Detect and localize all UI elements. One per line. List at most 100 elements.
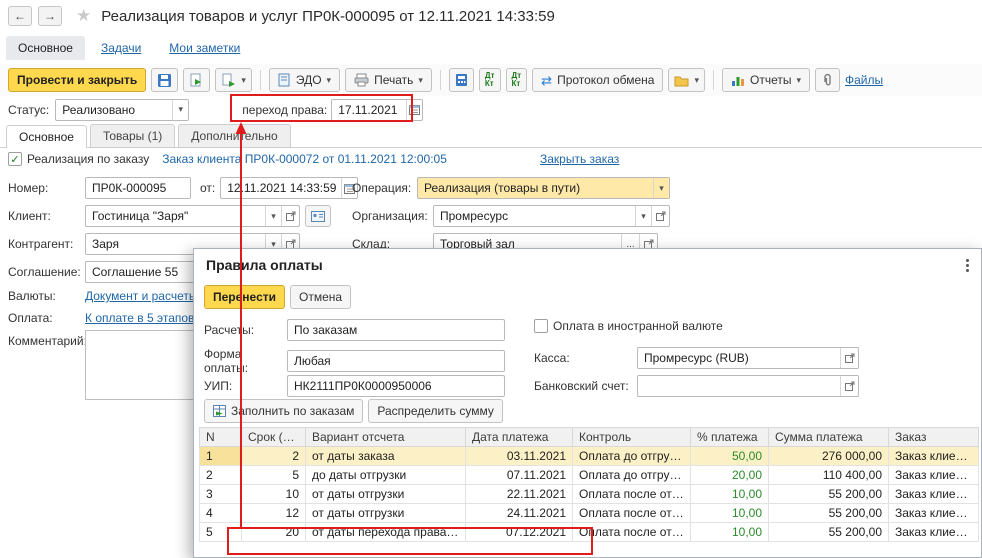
col-header-payment-date[interactable]: Дата платежа xyxy=(466,428,573,447)
close-order-link[interactable]: Закрыть заказ xyxy=(540,152,619,166)
cell-n[interactable]: 1 xyxy=(200,447,242,466)
dt-kt-postings-button[interactable]: ДтКт xyxy=(479,68,501,92)
post-document-button[interactable] xyxy=(183,68,210,92)
transfer-button[interactable]: Перенести xyxy=(204,285,285,309)
folder-menu-button[interactable]: ▾ xyxy=(668,68,705,92)
cell-payment-date[interactable]: 07.12.2021 xyxy=(466,523,573,542)
cell-n[interactable]: 2 xyxy=(200,466,242,485)
reports-button[interactable]: Отчеты ▾ xyxy=(722,68,810,92)
col-header-days[interactable]: Срок (дн) xyxy=(242,428,306,447)
cell-n[interactable]: 5 xyxy=(200,523,242,542)
cell-control[interactable]: Оплата до отгрузки xyxy=(573,466,691,485)
menu-dots-icon[interactable] xyxy=(964,257,971,274)
cell-percent[interactable]: 10,00 xyxy=(691,523,769,542)
print-button[interactable]: Печать ▾ xyxy=(345,68,432,92)
cell-order[interactable]: Заказ клиен... xyxy=(889,504,979,523)
bank-account-field[interactable] xyxy=(637,375,859,397)
cell-days[interactable]: 2 xyxy=(242,447,306,466)
table-row[interactable]: 3 10 от даты отгрузки 22.11.2021 Оплата … xyxy=(200,485,979,504)
cell-order[interactable]: Заказ клиен... xyxy=(889,447,979,466)
comment-textarea[interactable] xyxy=(85,330,197,400)
chevron-down-icon[interactable]: ▾ xyxy=(635,206,651,226)
cell-sum[interactable]: 55 200,00 xyxy=(769,504,889,523)
post-and-close-button[interactable]: Провести и закрыть xyxy=(8,68,146,92)
settlements-field[interactable]: По заказам xyxy=(287,319,505,341)
sale-by-order-checkbox[interactable]: ✓ xyxy=(8,152,22,166)
cell-variant[interactable]: от даты заказа xyxy=(306,447,466,466)
distribute-sum-button[interactable]: Распределить сумму xyxy=(368,399,502,423)
open-item-icon[interactable] xyxy=(651,206,669,226)
forward-button[interactable]: → xyxy=(38,6,62,26)
cell-order[interactable]: Заказ клиен... xyxy=(889,485,979,504)
calculator-button[interactable] xyxy=(449,68,474,92)
date-field[interactable]: 12.11.2021 14:33:59 xyxy=(220,177,358,199)
cell-sum[interactable]: 110 400,00 xyxy=(769,466,889,485)
cell-payment-date[interactable]: 24.11.2021 xyxy=(466,504,573,523)
table-row[interactable]: 2 5 до даты отгрузки 07.11.2021 Оплата д… xyxy=(200,466,979,485)
cell-n[interactable]: 3 xyxy=(200,485,242,504)
cell-variant[interactable]: до даты отгрузки xyxy=(306,466,466,485)
create-based-on-button[interactable]: ▾ xyxy=(215,68,252,92)
foreign-currency-checkbox[interactable] xyxy=(534,319,548,333)
col-header-percent[interactable]: % платежа xyxy=(691,428,769,447)
table-row[interactable]: 4 12 от даты отгрузки 24.11.2021 Оплата … xyxy=(200,504,979,523)
organization-field[interactable]: Промресурс ▾ xyxy=(433,205,670,227)
cancel-button[interactable]: Отмена xyxy=(290,285,351,309)
col-header-sum[interactable]: Сумма платежа xyxy=(769,428,889,447)
back-button[interactable]: ← xyxy=(8,6,32,26)
cell-days[interactable]: 12 xyxy=(242,504,306,523)
tab-main[interactable]: Основное xyxy=(6,36,85,60)
cell-percent[interactable]: 50,00 xyxy=(691,447,769,466)
operation-select[interactable]: Реализация (товары в пути) ▾ xyxy=(417,177,670,199)
cell-payment-date[interactable]: 07.11.2021 xyxy=(466,466,573,485)
edo-button[interactable]: ЭДО ▾ xyxy=(269,68,340,92)
doc-tab-goods[interactable]: Товары (1) xyxy=(90,124,175,147)
cell-variant[interactable]: от даты перехода права соб... xyxy=(306,523,466,542)
cell-sum[interactable]: 55 200,00 xyxy=(769,523,889,542)
col-header-variant[interactable]: Вариант отсчета xyxy=(306,428,466,447)
customer-order-link[interactable]: Заказ клиента ПР0К-000072 от 01.11.2021 … xyxy=(162,152,447,166)
cell-control[interactable]: Оплата после отгрузки xyxy=(573,504,691,523)
doc-tab-main[interactable]: Основное xyxy=(6,125,87,148)
open-item-icon[interactable] xyxy=(281,206,299,226)
exchange-protocol-button[interactable]: ⇄ Протокол обмена xyxy=(532,68,663,92)
cell-percent[interactable]: 10,00 xyxy=(691,504,769,523)
calendar-icon[interactable] xyxy=(406,100,422,120)
cell-variant[interactable]: от даты отгрузки xyxy=(306,504,466,523)
cell-sum[interactable]: 276 000,00 xyxy=(769,447,889,466)
tab-tasks[interactable]: Задачи xyxy=(89,36,153,60)
col-header-n[interactable]: N xyxy=(200,428,242,447)
cell-sum[interactable]: 55 200,00 xyxy=(769,485,889,504)
attachments-button[interactable] xyxy=(815,68,840,92)
chevron-down-icon[interactable]: ▾ xyxy=(265,206,281,226)
cell-n[interactable]: 4 xyxy=(200,504,242,523)
cell-days[interactable]: 5 xyxy=(242,466,306,485)
save-button[interactable] xyxy=(151,68,178,92)
chevron-down-icon[interactable]: ▾ xyxy=(172,100,188,120)
open-item-icon[interactable] xyxy=(840,348,858,368)
doc-tab-additional[interactable]: Дополнительно xyxy=(178,124,290,147)
cell-variant[interactable]: от даты отгрузки xyxy=(306,485,466,504)
cell-days[interactable]: 20 xyxy=(242,523,306,542)
cell-control[interactable]: Оплата до отгрузки xyxy=(573,447,691,466)
client-card-button[interactable] xyxy=(305,205,331,227)
table-row[interactable]: 5 20 от даты перехода права соб... 07.12… xyxy=(200,523,979,542)
status-select[interactable]: Реализовано ▾ xyxy=(55,99,189,121)
favorite-star-icon[interactable]: ★ xyxy=(76,6,91,26)
payment-stages-link[interactable]: К оплате в 5 этапов xyxy=(85,311,194,325)
table-row[interactable]: 1 2 от даты заказа 03.11.2021 Оплата до … xyxy=(200,447,979,466)
cell-payment-date[interactable]: 03.11.2021 xyxy=(466,447,573,466)
transfer-date-field[interactable]: 17.11.2021 xyxy=(331,99,423,121)
cell-order[interactable]: Заказ клиен... xyxy=(889,523,979,542)
col-header-control[interactable]: Контроль xyxy=(573,428,691,447)
cell-percent[interactable]: 10,00 xyxy=(691,485,769,504)
cell-order[interactable]: Заказ клиен... xyxy=(889,466,979,485)
cell-control[interactable]: Оплата после отгрузки xyxy=(573,485,691,504)
cell-percent[interactable]: 20,00 xyxy=(691,466,769,485)
open-item-icon[interactable] xyxy=(840,376,858,396)
number-field[interactable]: ПР0К-000095 xyxy=(85,177,191,199)
cell-days[interactable]: 10 xyxy=(242,485,306,504)
client-field[interactable]: Гостиница "Заря" ▾ xyxy=(85,205,300,227)
chevron-down-icon[interactable]: ▾ xyxy=(653,178,669,198)
payment-form-field[interactable]: Любая xyxy=(287,350,505,372)
